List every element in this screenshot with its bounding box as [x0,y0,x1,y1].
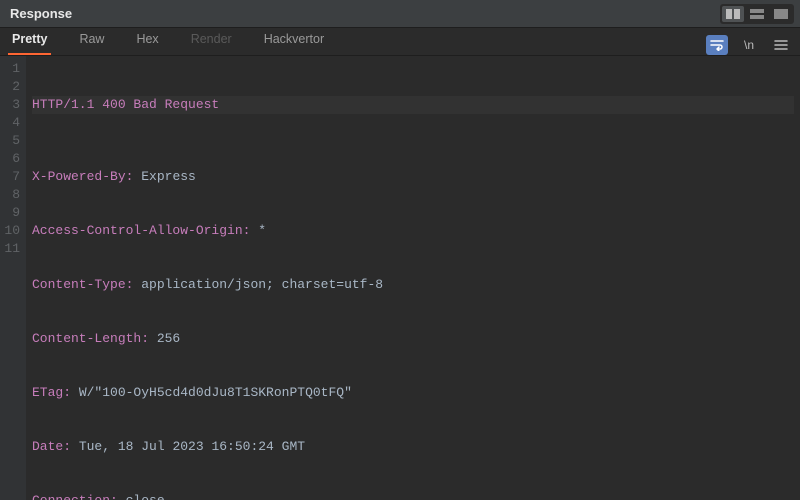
tabs: Pretty Raw Hex Render Hackvertor [8,28,328,55]
header-line: Access-Control-Allow-Origin: * [32,222,794,240]
header-line: ETag: W/"100-OyH5cd4d0dJu8T1SKRonPTQ0tFQ… [32,384,794,402]
view-switch [720,4,794,24]
view-stack-button[interactable] [746,6,768,22]
line-number: 6 [0,150,20,168]
line-number: 2 [0,78,20,96]
line-number: 9 [0,204,20,222]
status-line: HTTP/1.1 400 Bad Request [32,96,794,114]
tabbar: Pretty Raw Hex Render Hackvertor \n [0,28,800,56]
code-editor[interactable]: 1234567891011 HTTP/1.1 400 Bad Request X… [0,56,800,500]
header-line: Connection: close [32,492,794,500]
wrap-toggle-button[interactable] [706,35,728,55]
line-number: 7 [0,168,20,186]
line-number: 3 [0,96,20,114]
line-number: 1 [0,60,20,78]
view-split-button[interactable] [722,6,744,22]
options-button[interactable] [770,35,792,55]
code-area[interactable]: HTTP/1.1 400 Bad Request X-Powered-By: E… [26,56,800,500]
tab-raw[interactable]: Raw [75,28,108,55]
titlebar: Response [0,0,800,28]
line-number-gutter: 1234567891011 [0,56,26,500]
tab-render[interactable]: Render [187,28,236,55]
line-number: 4 [0,114,20,132]
header-line: Content-Length: 256 [32,330,794,348]
tab-pretty[interactable]: Pretty [8,28,51,55]
line-number: 10 [0,222,20,240]
newline-toggle-button[interactable]: \n [738,35,760,55]
tab-hex[interactable]: Hex [132,28,162,55]
view-single-button[interactable] [770,6,792,22]
line-number: 11 [0,240,20,258]
tab-right-tools: \n [706,35,792,55]
response-panel: Response Pretty Raw Hex Render Hackverto… [0,0,800,500]
header-line: X-Powered-By: Express [32,168,794,186]
line-number: 5 [0,132,20,150]
header-line: Content-Type: application/json; charset=… [32,276,794,294]
panel-title: Response [10,6,72,21]
line-number: 8 [0,186,20,204]
header-line: Date: Tue, 18 Jul 2023 16:50:24 GMT [32,438,794,456]
tab-hackvertor[interactable]: Hackvertor [260,28,328,55]
